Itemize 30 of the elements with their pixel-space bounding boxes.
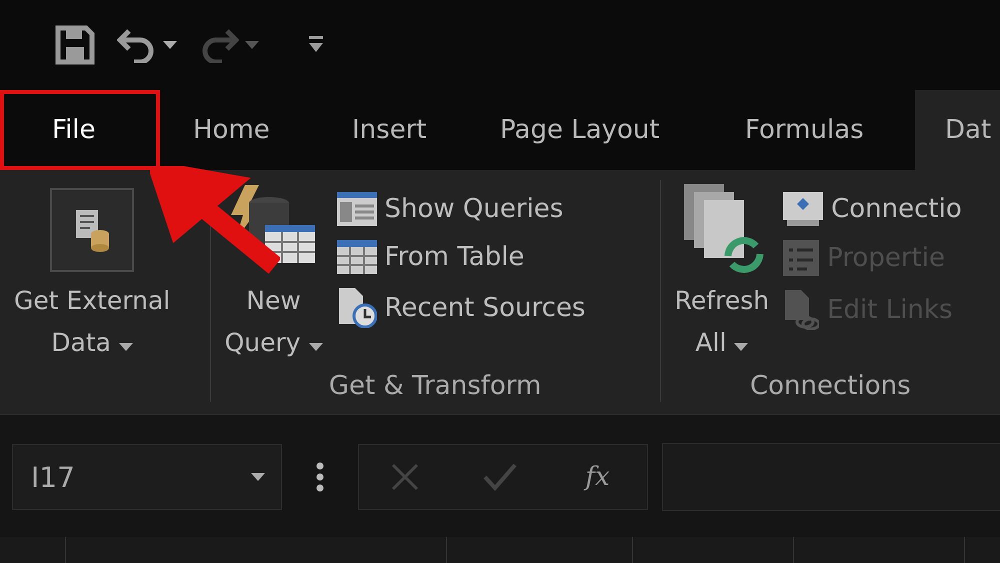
connections-icon [783,192,824,226]
ribbon-tab[interactable]: File [0,90,160,170]
group-label: Get & Transform [328,371,542,401]
caret-icon [245,41,259,49]
database-icon [50,188,134,272]
document-link-icon [783,290,820,330]
customize-icon[interactable] [309,36,323,54]
ribbon-tab[interactable]: Insert [310,90,460,170]
more-options-icon[interactable] [316,462,324,492]
ribbon-tab[interactable]: Dat [915,90,1000,170]
caret-icon [251,473,265,481]
ribbon-tab[interactable]: Formulas [705,90,915,170]
caret-icon [163,41,177,49]
ribbon-button[interactable]: Recent Sources [336,288,586,328]
table-icon [336,240,377,274]
document-clock-icon [336,288,377,328]
ribbon-button[interactable]: Show Queries [336,192,586,226]
queries-pane-icon [336,192,377,226]
check-icon[interactable] [482,463,517,491]
group-label: Connections [750,371,911,401]
properties-icon [783,240,820,276]
ribbon-button[interactable]: From Table [336,240,586,274]
save-icon[interactable] [55,25,95,65]
name-box[interactable]: I17 [12,444,282,510]
insert-function-button[interactable]: fx [579,461,616,493]
ribbon-big-button[interactable]: Refresh All [670,180,774,364]
ribbon-button[interactable]: Connectio [783,192,962,226]
ribbon-big-button[interactable]: Get External Data [10,180,174,364]
ribbon-tab[interactable]: Page Layout [460,90,705,170]
ribbon-tab[interactable]: Home [160,90,310,170]
